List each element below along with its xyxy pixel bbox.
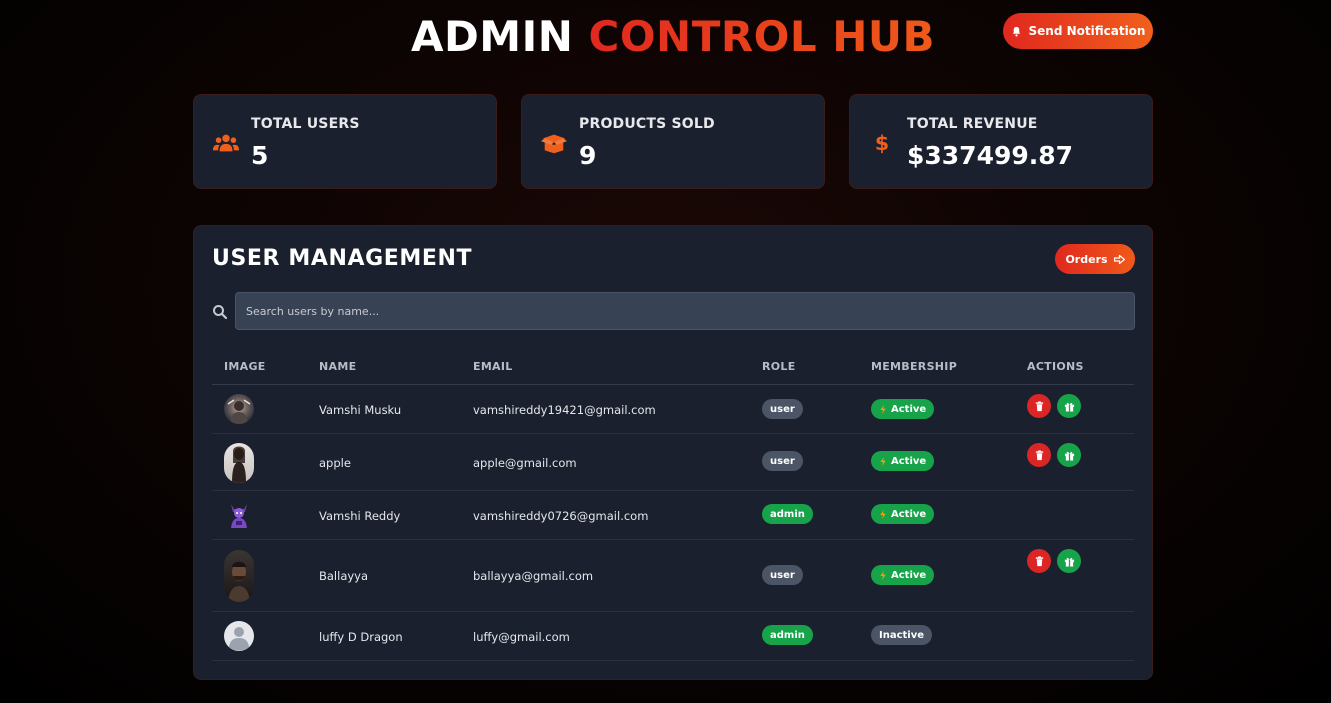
row-divider <box>212 611 1134 612</box>
gift-membership-button[interactable] <box>1057 443 1081 467</box>
column-header-role: ROLE <box>762 360 796 373</box>
stat-card-total-users: TOTAL USERS 5 <box>193 94 497 189</box>
bolt-icon <box>880 509 886 519</box>
users-icon <box>212 131 240 155</box>
column-header-name: NAME <box>319 360 357 373</box>
user-email: vamshireddy0726@gmail.com <box>473 509 649 523</box>
stat-value: $337499.87 <box>907 141 1074 170</box>
gift-icon <box>1064 402 1074 412</box>
role-badge: admin <box>762 504 813 524</box>
membership-badge: Inactive <box>871 625 933 645</box>
bell-icon <box>1012 26 1020 36</box>
bolt-icon <box>880 404 886 414</box>
membership-badge: Active <box>871 565 935 585</box>
gift-membership-button[interactable] <box>1057 394 1081 418</box>
delete-user-button[interactable] <box>1027 394 1051 418</box>
user-name: Vamshi Reddy <box>319 509 401 523</box>
admin-dashboard: ADMIN CONTROL HUB Send Notification TOTA… <box>0 0 1331 703</box>
stat-label: TOTAL REVENUE <box>907 116 1038 132</box>
role-badge: user <box>762 399 803 419</box>
delete-user-button[interactable] <box>1027 549 1051 573</box>
user-management-panel: USER MANAGEMENT Orders IMAGE NAME EMAIL … <box>193 225 1153 680</box>
search-input[interactable] <box>235 292 1135 330</box>
box-open-icon <box>540 131 568 155</box>
section-title: USER MANAGEMENT <box>212 246 473 271</box>
send-notification-label: Send Notification <box>1028 24 1146 38</box>
stat-card-total-revenue: $ TOTAL REVENUE $337499.87 <box>849 94 1153 189</box>
title-part-control-hub: CONTROL HUB <box>588 12 936 61</box>
bolt-icon <box>880 570 886 580</box>
column-header-membership: MEMBERSHIP <box>871 360 958 373</box>
avatar <box>224 443 254 483</box>
bolt-icon <box>880 456 886 466</box>
user-name: luffy D Dragon <box>319 630 403 644</box>
membership-badge: Active <box>871 451 935 471</box>
dollar-icon: $ <box>868 131 896 155</box>
title-part-admin: ADMIN <box>410 12 574 61</box>
orders-label: Orders <box>1065 252 1108 266</box>
role-badge: user <box>762 451 803 471</box>
stat-label: PRODUCTS SOLD <box>579 116 715 132</box>
avatar <box>224 550 254 602</box>
gift-icon <box>1064 557 1074 567</box>
user-email: ballayya@gmail.com <box>473 569 594 583</box>
row-divider <box>212 490 1134 491</box>
arrow-right-icon <box>1113 254 1125 264</box>
search-icon <box>213 305 228 320</box>
orders-button[interactable]: Orders <box>1055 244 1135 274</box>
user-email: apple@gmail.com <box>473 456 577 470</box>
membership-label: Active <box>891 403 927 415</box>
trash-icon <box>1035 555 1043 566</box>
stat-label: TOTAL USERS <box>251 116 360 132</box>
stat-value: 5 <box>251 141 269 170</box>
trash-icon <box>1035 400 1043 411</box>
user-name: Vamshi Musku <box>319 403 402 417</box>
membership-badge: Active <box>871 399 935 419</box>
membership-label: Active <box>891 455 927 467</box>
stat-card-products-sold: PRODUCTS SOLD 9 <box>521 94 825 189</box>
svg-text:$: $ <box>875 132 889 154</box>
role-badge: user <box>762 565 803 585</box>
trash-icon <box>1035 449 1043 460</box>
row-divider <box>212 539 1134 540</box>
role-badge: admin <box>762 625 813 645</box>
send-notification-button[interactable]: Send Notification <box>1003 13 1153 49</box>
user-name: apple <box>319 456 351 470</box>
user-email: luffy@gmail.com <box>473 630 570 644</box>
membership-badge: Active <box>871 504 935 524</box>
stat-value: 9 <box>579 141 597 170</box>
membership-label: Active <box>891 569 927 581</box>
avatar <box>224 500 254 530</box>
gift-membership-button[interactable] <box>1057 549 1081 573</box>
gift-icon <box>1064 451 1074 461</box>
avatar <box>224 621 254 651</box>
row-divider <box>212 433 1134 434</box>
column-header-email: EMAIL <box>473 360 513 373</box>
user-name: Ballayya <box>319 569 369 583</box>
column-header-image: IMAGE <box>224 360 266 373</box>
column-header-actions: ACTIONS <box>1027 360 1084 373</box>
divider <box>212 384 1134 385</box>
row-divider <box>212 660 1134 661</box>
user-email: vamshireddy19421@gmail.com <box>473 403 656 417</box>
delete-user-button[interactable] <box>1027 443 1051 467</box>
membership-label: Active <box>891 508 927 520</box>
avatar <box>224 394 254 424</box>
